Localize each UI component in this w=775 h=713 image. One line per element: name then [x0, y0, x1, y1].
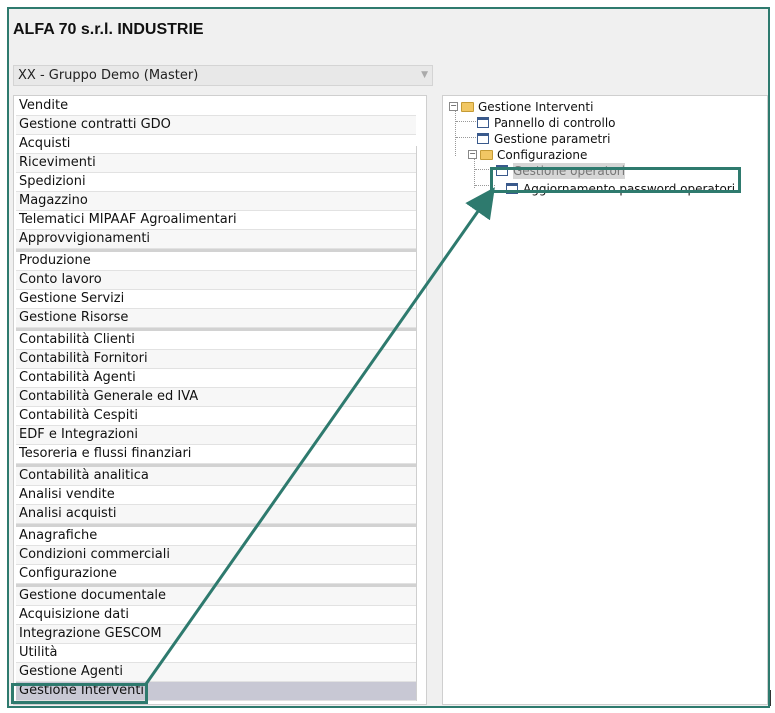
callout-arrow: [144, 187, 495, 685]
callout-arrow-line: [144, 187, 495, 685]
text-cursor: [770, 690, 771, 706]
